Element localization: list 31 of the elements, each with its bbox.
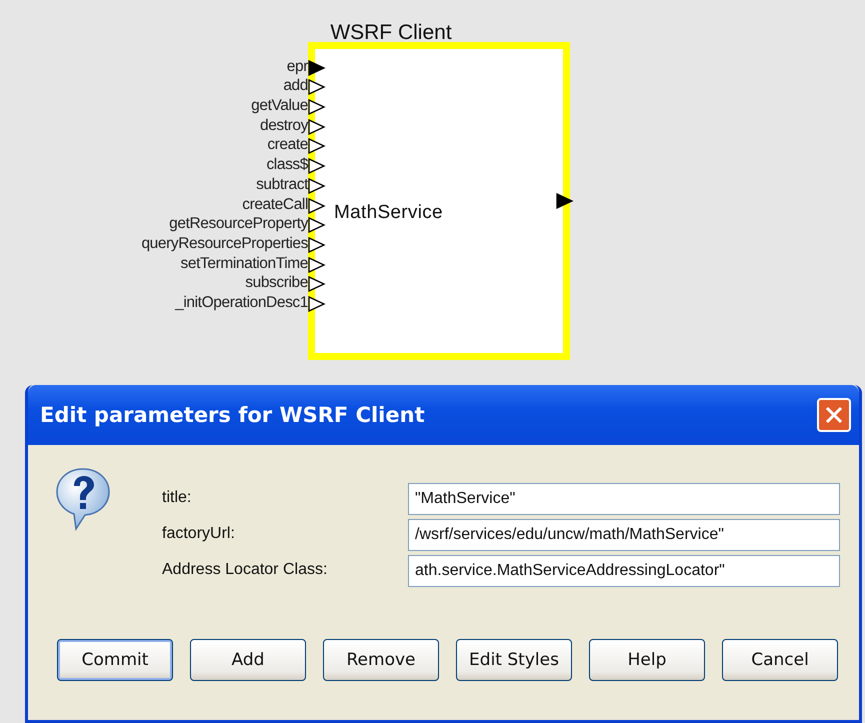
field-label: Address Locator Class: bbox=[162, 560, 328, 580]
port-label: getResourceProperty bbox=[169, 216, 308, 232]
dialog-button[interactable]: Remove bbox=[323, 639, 439, 681]
close-button[interactable] bbox=[817, 398, 851, 432]
actor-title: WSRF Client bbox=[329, 22, 453, 43]
dialog-button[interactable]: Edit Styles bbox=[456, 639, 572, 681]
dialog-button[interactable]: Cancel bbox=[722, 639, 838, 681]
dialog-title: Edit parameters for WSRF Client bbox=[40, 403, 425, 427]
port-label: add bbox=[283, 78, 308, 94]
question-icon bbox=[54, 467, 112, 531]
dialog-button[interactable]: Help bbox=[589, 639, 705, 681]
port-label: destroy bbox=[260, 118, 308, 133]
dialog-button[interactable]: Add bbox=[190, 639, 306, 681]
port-label: subtract bbox=[256, 176, 308, 192]
port-label: _initOperationDesc1 bbox=[175, 294, 308, 310]
field-label: title: bbox=[162, 488, 192, 508]
port-label: epr bbox=[286, 58, 308, 74]
actor-name: MathService bbox=[334, 202, 443, 224]
input-field[interactable]: ath.service.MathServiceAddressingLocator" bbox=[408, 555, 840, 587]
field-label: factoryUrl: bbox=[162, 524, 236, 544]
port-label: queryResourceProperties bbox=[141, 236, 308, 251]
port-label: create bbox=[267, 137, 308, 152]
port-label: setTerminationTime bbox=[180, 256, 308, 271]
input-field[interactable]: /wsrf/services/edu/uncw/math/MathService" bbox=[408, 519, 840, 551]
input-field[interactable]: "MathService" bbox=[408, 483, 840, 515]
port-label: getValue bbox=[251, 98, 308, 114]
port-label: createCall bbox=[242, 196, 308, 212]
port-label: class$ bbox=[266, 157, 308, 172]
close-icon bbox=[823, 404, 845, 426]
dialog-button[interactable]: Commit bbox=[57, 639, 173, 681]
port-label: subscribe bbox=[245, 275, 308, 290]
